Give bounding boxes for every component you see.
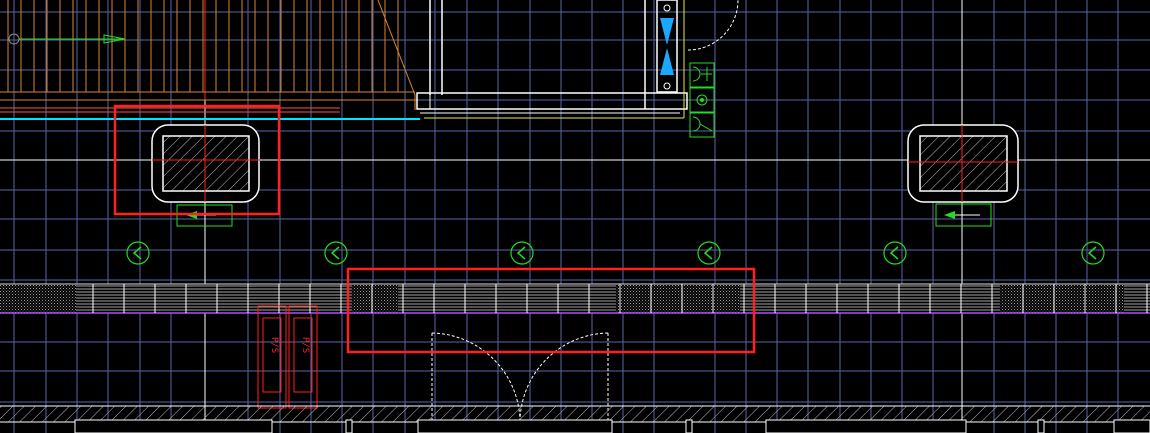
fixture-label: P/S [300, 337, 310, 353]
axis-lines [0, 0, 1150, 433]
wall-post [685, 419, 693, 433]
ps-fixture-left: P/S [257, 305, 287, 409]
wall-post [1113, 419, 1150, 433]
glass-door [656, 0, 739, 93]
chevron-left-icon [324, 241, 348, 265]
chevron-left-icon [126, 241, 150, 265]
wall-post [345, 419, 353, 433]
cad-drawing-canvas[interactable]: P/S P/S [0, 0, 1150, 433]
chevron-left-icon [697, 241, 721, 265]
fixture-label: P/S [269, 337, 279, 353]
left-arrow-icon [935, 203, 992, 227]
wall-post [765, 419, 967, 433]
ps-fixture-right: P/S [288, 305, 318, 409]
planter-right [907, 124, 1019, 203]
axis-bubble-icon [8, 33, 126, 45]
wall-post [74, 419, 273, 433]
wall-post [1037, 419, 1045, 433]
paving-band [0, 283, 1150, 314]
planter-left [151, 124, 260, 203]
door-symbol-icon [689, 62, 715, 88]
layout-grid [0, 0, 1150, 433]
chevron-left-icon [883, 241, 907, 265]
direction-markers [126, 241, 1105, 265]
wall-post [417, 419, 613, 433]
door-symbol-icon [689, 112, 715, 138]
chevron-left-icon [1081, 241, 1105, 265]
stair-section [0, 0, 420, 120]
bottom-wall [0, 405, 1150, 433]
